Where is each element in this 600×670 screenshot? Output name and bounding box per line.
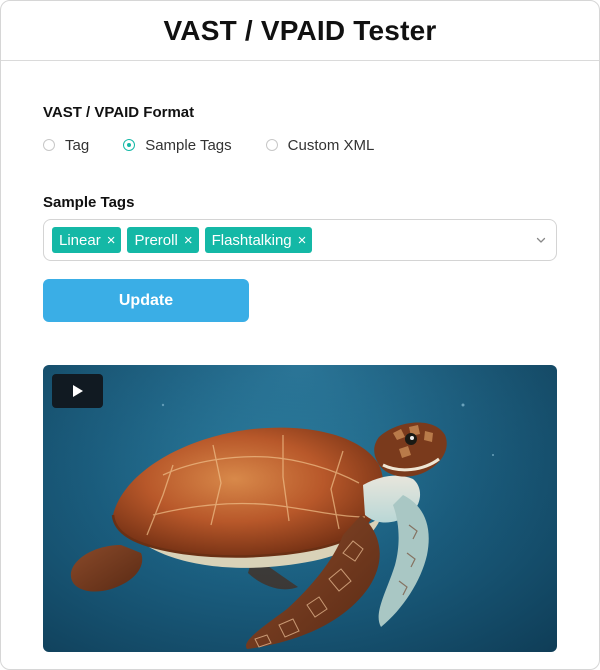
radio-label: Tag — [65, 136, 90, 154]
tag-chip-flashtalking[interactable]: Flashtalking × — [204, 227, 313, 253]
tag-chip-linear[interactable]: Linear × — [52, 227, 122, 253]
chip-label: Preroll — [134, 231, 178, 249]
radio-label: Sample Tags — [145, 136, 232, 154]
remove-chip-icon[interactable]: × — [298, 233, 307, 248]
radio-sample-tags[interactable]: Sample Tags — [123, 136, 232, 154]
radio-tag[interactable]: Tag — [43, 137, 89, 154]
radio-circle — [265, 139, 278, 151]
radio-circle — [123, 139, 136, 151]
sample-tags-select[interactable]: Linear × Preroll × Flashtalking × — [43, 219, 557, 261]
radio-custom-xml[interactable]: Custom XML — [265, 136, 375, 154]
play-button[interactable] — [52, 374, 103, 408]
format-label: VAST / VPAID Format — [43, 104, 195, 121]
page-title: VAST / VPAID Tester — [163, 14, 437, 46]
video-player[interactable] — [43, 365, 557, 652]
radio-label: Custom XML — [287, 136, 375, 154]
sea-turtle-image — [43, 365, 557, 652]
play-icon — [72, 385, 83, 397]
format-radio-group: Tag Sample Tags Custom XML — [43, 135, 408, 155]
sample-tags-label: Sample Tags — [43, 194, 135, 211]
remove-chip-icon[interactable]: × — [107, 233, 116, 248]
app-header: VAST / VPAID Tester — [1, 1, 599, 61]
update-button[interactable]: Update — [43, 279, 249, 322]
chip-label: Flashtalking — [211, 231, 292, 249]
chip-label: Linear — [59, 231, 101, 249]
tag-chip-preroll[interactable]: Preroll × — [127, 227, 199, 253]
app-window: VAST / VPAID Tester VAST / VPAID Format … — [0, 0, 600, 670]
radio-circle — [43, 139, 55, 151]
chevron-down-icon[interactable] — [536, 235, 546, 245]
remove-chip-icon[interactable]: × — [184, 233, 193, 248]
